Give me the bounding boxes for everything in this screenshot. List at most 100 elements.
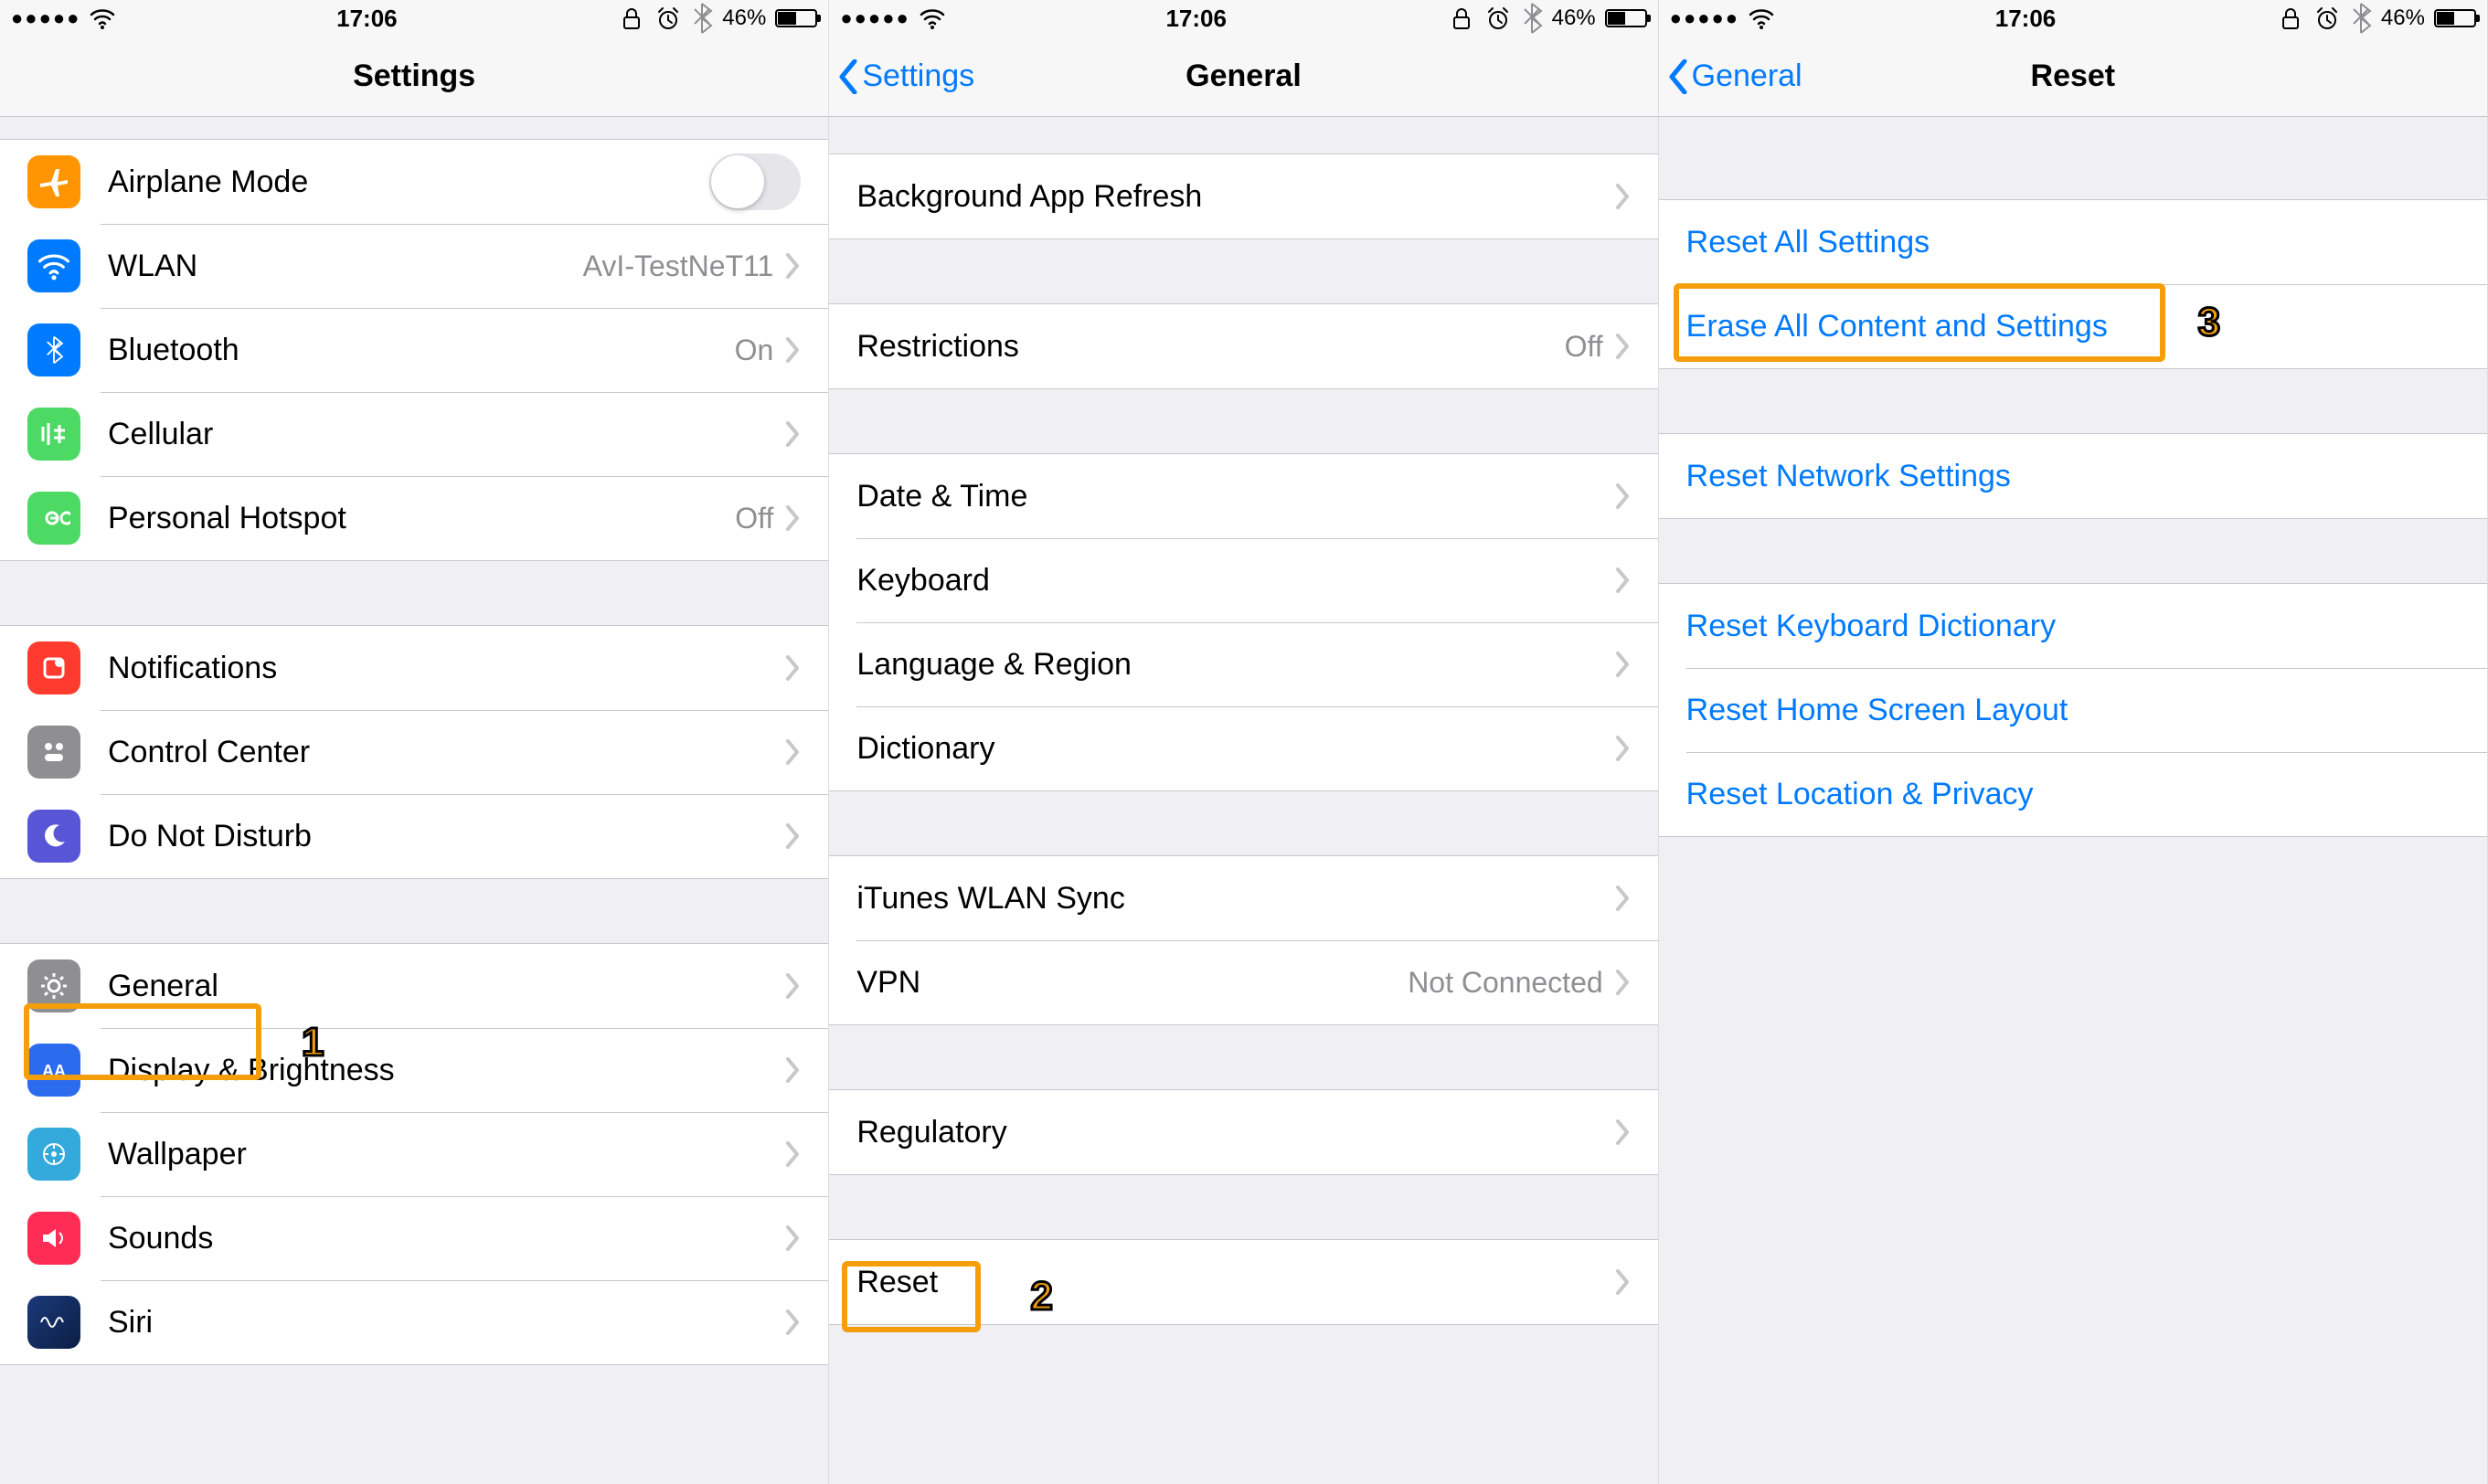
row-reset[interactable]: Reset [829,1240,1657,1324]
row-wallpaper[interactable]: Wallpaper [0,1112,828,1196]
nav-bar: General Reset [1659,37,2487,117]
row-label: Date & Time [856,479,1027,514]
display-icon: AA [27,1044,80,1097]
bluetooth-icon [1521,0,1543,37]
hotspot-icon [27,492,80,545]
bluetooth-icon [691,0,713,37]
row-display-brightness[interactable]: AA Display & Brightness [0,1028,828,1112]
row-reset-home-screen-layout[interactable]: Reset Home Screen Layout [1659,668,2487,752]
row-do-not-disturb[interactable]: Do Not Disturb [0,794,828,878]
row-label: Siri [108,1305,153,1341]
row-erase-all-content[interactable]: Erase All Content and Settings [1659,284,2487,368]
svg-text:AA: AA [42,1062,66,1080]
siri-icon [27,1296,80,1349]
cellular-icon [27,408,80,461]
row-keyboard[interactable]: Keyboard [829,538,1657,622]
wallpaper-icon [27,1128,80,1181]
row-siri[interactable]: Siri [0,1280,828,1364]
row-label: VPN [856,965,920,1001]
chevron-right-icon [786,337,801,363]
row-control-center[interactable]: Control Center [0,710,828,794]
row-personal-hotspot[interactable]: Personal Hotspot Off [0,476,828,560]
chevron-left-icon [838,59,858,94]
row-label: Wallpaper [108,1137,247,1172]
status-bar: ●●●●● 17:06 46% [829,0,1657,37]
row-label: Regulatory [856,1115,1006,1150]
row-dictionary[interactable]: Dictionary [829,706,1657,790]
chevron-right-icon [1616,567,1631,593]
row-background-app-refresh[interactable]: Background App Refresh [829,154,1657,238]
row-restrictions[interactable]: Restrictions Off [829,304,1657,388]
chevron-right-icon [1616,1119,1631,1145]
row-date-time[interactable]: Date & Time [829,454,1657,538]
row-label: Bluetooth [108,333,239,368]
chevron-right-icon [1616,334,1631,359]
row-value: Not Connected [1408,966,1602,1000]
alarm-icon [654,5,682,32]
back-label: General [1692,58,1802,94]
row-language-region[interactable]: Language & Region [829,622,1657,706]
row-label: Airplane Mode [108,164,308,200]
status-time: 17:06 [1995,5,2057,33]
battery-icon [1605,9,1647,27]
row-general[interactable]: General [0,944,828,1028]
row-value: On [735,334,774,367]
airplane-icon [27,155,80,208]
row-label: Erase All Content and Settings [1686,309,2108,344]
status-bar: ●●●●● 17:06 46% [1659,0,2487,37]
chevron-right-icon [1616,483,1631,509]
row-label: Reset [856,1265,938,1300]
airplane-toggle[interactable] [709,154,801,210]
row-label: Keyboard [856,563,990,599]
chevron-right-icon [786,973,801,999]
nav-bar: Settings General [829,37,1657,117]
row-reset-all-settings[interactable]: Reset All Settings [1659,200,2487,284]
row-value: Off [735,502,773,535]
row-itunes-wlan-sync[interactable]: iTunes WLAN Sync [829,856,1657,940]
back-button[interactable]: Settings [829,58,974,94]
row-label: Reset Location & Privacy [1686,777,2034,812]
orientation-lock-icon [2277,5,2304,32]
row-airplane-mode[interactable]: Airplane Mode [0,140,828,224]
gear-icon [27,959,80,1012]
row-label: Reset Home Screen Layout [1686,693,2068,728]
battery-percent: 46% [2381,5,2425,31]
back-label: Settings [862,58,974,94]
row-sounds[interactable]: Sounds [0,1196,828,1280]
bluetooth-app-icon [27,323,80,376]
row-vpn[interactable]: VPN Not Connected [829,940,1657,1024]
row-wlan[interactable]: WLAN AvI-TestNeT11 [0,224,828,308]
chevron-right-icon [1616,184,1631,209]
row-label: Reset Keyboard Dictionary [1686,609,2056,644]
chevron-right-icon [786,505,801,531]
row-reset-network-settings[interactable]: Reset Network Settings [1659,434,2487,518]
notifications-icon [27,641,80,694]
chevron-right-icon [1616,652,1631,677]
sounds-icon [27,1212,80,1265]
row-label: Control Center [108,735,310,770]
screen-settings: ●●●●● 17:06 46% Settings Airplane Mode W… [0,0,829,1484]
row-reset-keyboard-dictionary[interactable]: Reset Keyboard Dictionary [1659,584,2487,668]
row-label: WLAN [108,249,197,284]
chevron-right-icon [786,253,801,279]
row-label: Cellular [108,417,213,452]
row-notifications[interactable]: Notifications [0,626,828,710]
screen-general: ●●●●● 17:06 46% Settings General Backgro… [829,0,1658,1484]
row-label: Restrictions [856,329,1019,365]
chevron-right-icon [1616,1269,1631,1295]
row-reset-location-privacy[interactable]: Reset Location & Privacy [1659,752,2487,836]
chevron-right-icon [786,421,801,447]
row-bluetooth[interactable]: Bluetooth On [0,308,828,392]
alarm-icon [1484,5,1512,32]
chevron-right-icon [786,1309,801,1335]
row-regulatory[interactable]: Regulatory [829,1090,1657,1174]
alarm-icon [2313,5,2341,32]
control-center-icon [27,726,80,779]
row-label: Notifications [108,651,277,686]
back-button[interactable]: General [1659,58,1802,94]
row-label: Personal Hotspot [108,501,346,536]
chevron-left-icon [1668,59,1688,94]
row-cellular[interactable]: Cellular [0,392,828,476]
row-label: Display & Brightness [108,1053,395,1088]
row-label: Do Not Disturb [108,819,312,854]
